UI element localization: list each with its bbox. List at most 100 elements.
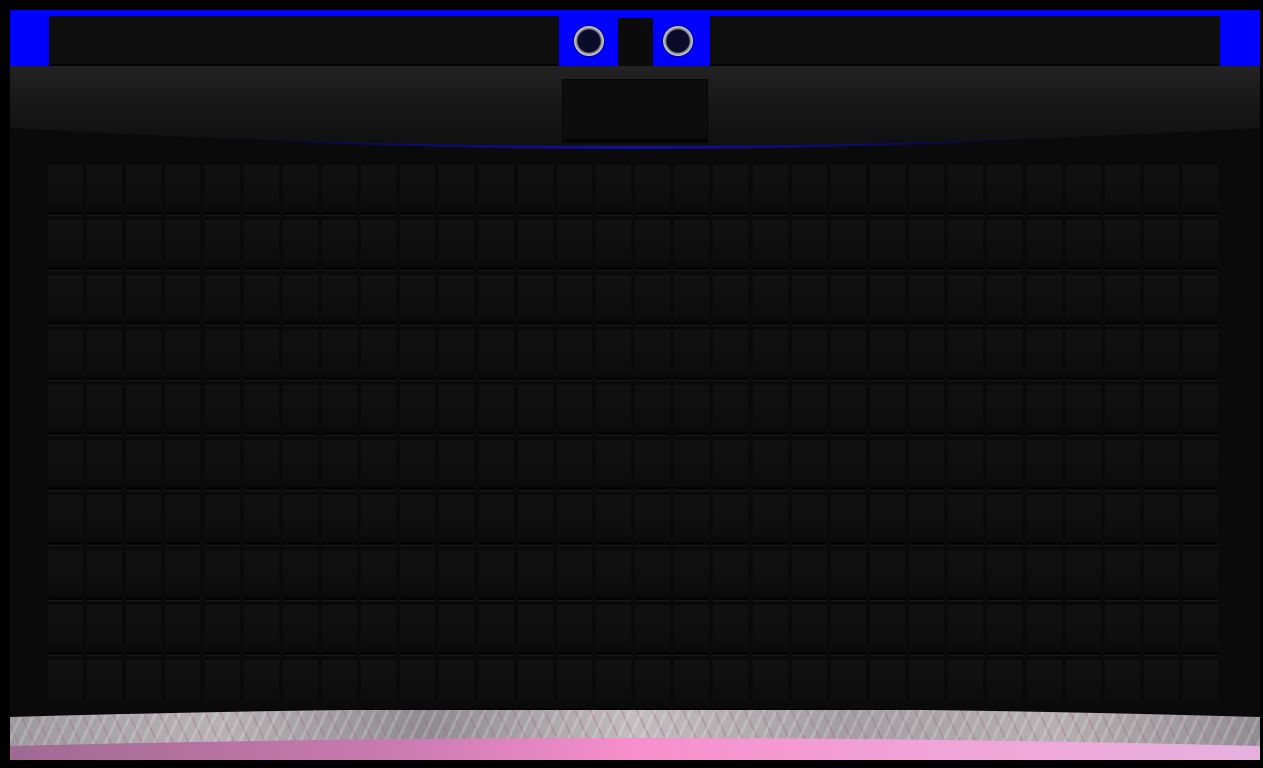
grid-tile[interactable] [439,385,475,435]
grid-tile[interactable] [87,385,123,435]
grid-tile[interactable] [713,440,749,490]
grid-tile[interactable] [987,275,1023,325]
grid-tile[interactable] [674,495,710,545]
grid-tile[interactable] [204,605,240,655]
grid-tile[interactable] [674,220,710,270]
grid-tile[interactable] [909,330,945,380]
grid-tile[interactable] [439,220,475,270]
grid-tile[interactable] [987,550,1023,600]
grid-tile[interactable] [674,550,710,600]
grid-tile[interactable] [243,165,279,215]
grid-tile[interactable] [478,165,514,215]
grid-tile[interactable] [321,165,357,215]
grid-tile[interactable] [439,440,475,490]
grid-tile[interactable] [48,440,83,490]
grid-tile[interactable] [1143,550,1179,600]
grid-tile[interactable] [948,220,984,270]
grid-tile[interactable] [87,550,123,600]
grid-tile[interactable] [869,495,905,545]
grid-tile[interactable] [321,495,357,545]
grid-tile[interactable] [635,385,671,435]
grid-tile[interactable] [361,550,397,600]
grid-tile[interactable] [830,495,866,545]
grid-tile[interactable] [1183,605,1219,655]
grid-tile[interactable] [517,605,553,655]
grid-tile[interactable] [48,660,83,710]
grid-tile[interactable] [361,495,397,545]
grid-tile[interactable] [1026,550,1062,600]
grid-tile[interactable] [1183,330,1219,380]
grid-tile[interactable] [87,495,123,545]
grid-tile[interactable] [674,605,710,655]
grid-tile[interactable] [909,605,945,655]
grid-tile[interactable] [869,165,905,215]
grid-tile[interactable] [1026,385,1062,435]
grid-tile[interactable] [674,275,710,325]
grid-tile[interactable] [439,165,475,215]
grid-tile[interactable] [1026,220,1062,270]
grid-tile[interactable] [1183,495,1219,545]
grid-tile[interactable] [1065,385,1101,435]
grid-tile[interactable] [595,440,631,490]
grid-tile[interactable] [439,605,475,655]
grid-tile[interactable] [126,385,162,435]
grid-tile[interactable] [869,275,905,325]
grid-tile[interactable] [321,605,357,655]
grid-tile[interactable] [909,220,945,270]
grid-tile[interactable] [1183,660,1219,710]
grid-tile[interactable] [243,605,279,655]
grid-tile[interactable] [282,220,318,270]
grid-tile[interactable] [1065,220,1101,270]
grid-tile[interactable] [282,495,318,545]
grid-tile[interactable] [791,385,827,435]
grid-tile[interactable] [517,660,553,710]
grid-tile[interactable] [126,275,162,325]
grid-tile[interactable] [1065,165,1101,215]
grid-tile[interactable] [1026,660,1062,710]
grid-tile[interactable] [478,550,514,600]
grid-tile[interactable] [48,275,83,325]
grid-tile[interactable] [361,605,397,655]
grid-tile[interactable] [791,495,827,545]
grid-tile[interactable] [987,385,1023,435]
grid-tile[interactable] [595,550,631,600]
grid-tile[interactable] [243,440,279,490]
grid-tile[interactable] [752,440,788,490]
grid-tile[interactable] [517,220,553,270]
grid-tile[interactable] [282,165,318,215]
grid-tile[interactable] [126,495,162,545]
grid-tile[interactable] [361,385,397,435]
grid-tile[interactable] [478,385,514,435]
grid-tile[interactable] [713,220,749,270]
grid-tile[interactable] [1026,440,1062,490]
grid-tile[interactable] [439,660,475,710]
grid-tile[interactable] [869,220,905,270]
grid-tile[interactable] [517,330,553,380]
grid-tile[interactable] [1143,495,1179,545]
grid-tile[interactable] [1143,385,1179,435]
grid-tile[interactable] [48,330,83,380]
grid-tile[interactable] [948,550,984,600]
grid-tile[interactable] [556,550,592,600]
grid-tile[interactable] [713,660,749,710]
grid-tile[interactable] [87,605,123,655]
grid-tile[interactable] [1143,220,1179,270]
grid-tile[interactable] [635,550,671,600]
grid-tile[interactable] [282,385,318,435]
grid-tile[interactable] [1143,440,1179,490]
grid-tile[interactable] [595,330,631,380]
grid-tile[interactable] [165,495,201,545]
grid-tile[interactable] [126,605,162,655]
grid-tile[interactable] [126,660,162,710]
grid-tile[interactable] [243,550,279,600]
grid-tile[interactable] [1104,165,1140,215]
grid-tile[interactable] [1143,275,1179,325]
grid-tile[interactable] [752,550,788,600]
grid-tile[interactable] [478,330,514,380]
grid-tile[interactable] [165,440,201,490]
grid-tile[interactable] [752,495,788,545]
grid-tile[interactable] [1065,660,1101,710]
grid-tile[interactable] [400,165,436,215]
grid-tile[interactable] [595,660,631,710]
grid-tile[interactable] [1104,440,1140,490]
